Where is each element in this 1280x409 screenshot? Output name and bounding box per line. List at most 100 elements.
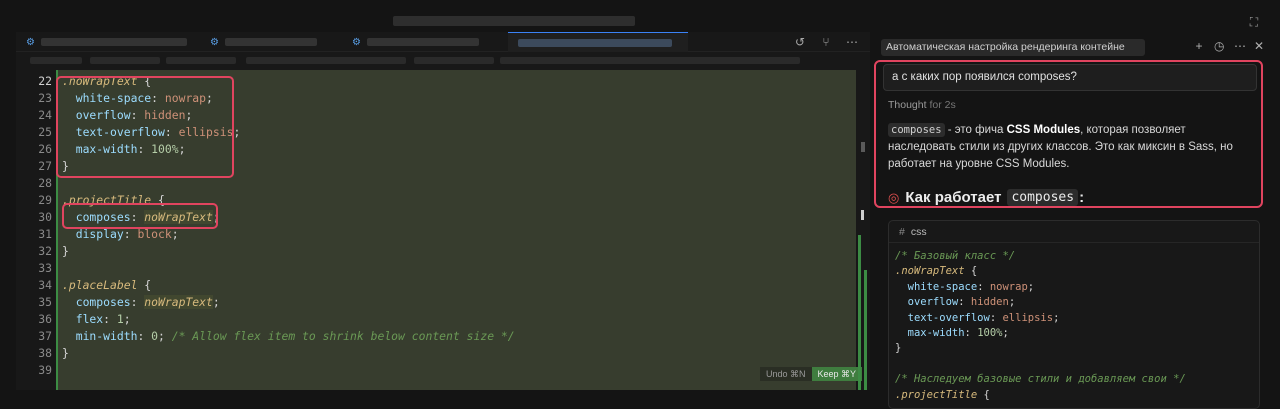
more-icon[interactable]: ⋯ <box>844 35 860 49</box>
editor-pane: ⚙ ⚙ ⚙ ↺ ⑂ ⋯ 22 23 24 25 26 27 28 29 30 31 32 33 34 35… <box>16 32 870 390</box>
breadcrumb-item[interactable] <box>500 57 800 64</box>
code-token: /* Наследуем базовые стили и добавляем с… <box>895 373 1186 386</box>
editor-tab[interactable]: ⚙ <box>200 32 340 52</box>
code-token: nowrap <box>989 280 1028 293</box>
tab-label-redacted <box>224 38 317 46</box>
code-line[interactable]: } <box>62 345 69 362</box>
code-token: : <box>103 312 117 326</box>
editor-tab-active[interactable] <box>508 32 688 52</box>
line-number: 23 <box>38 91 52 105</box>
line-number: 35 <box>38 295 52 309</box>
code-token: white-space <box>895 280 978 293</box>
chat-panel: Автоматическая настройка рендеринга конт… <box>872 32 1280 409</box>
more-icon[interactable]: ⋯ <box>1234 39 1246 53</box>
code-token: hidden <box>970 296 1009 309</box>
code-token: min-width <box>62 329 138 343</box>
window-title-redacted <box>393 16 635 26</box>
code-token: { <box>137 278 152 292</box>
inline-code: composes <box>1007 189 1079 206</box>
line-number: 29 <box>38 193 52 207</box>
code-block: # css /* Базовый класс */ .noWrapText { wh… <box>888 220 1260 409</box>
source-control-icon[interactable]: ⑂ <box>818 35 834 49</box>
code-token: : <box>964 327 978 339</box>
code-token: ; <box>123 312 131 326</box>
line-number: 33 <box>38 261 52 275</box>
keep-button[interactable]: Keep ⌘Y <box>811 367 863 381</box>
code-token: /* Базовый класс */ <box>895 250 1016 262</box>
code-token: text-overflow <box>895 311 990 324</box>
code-line: } <box>895 341 901 356</box>
code-line: /* Базовый класс */ <box>895 249 1015 264</box>
breadcrumb-item[interactable] <box>90 57 160 64</box>
breadcrumb <box>16 53 870 69</box>
history-icon[interactable]: ↺ <box>792 35 808 49</box>
code-token: ; <box>158 329 172 343</box>
code-line[interactable]: } <box>62 243 69 260</box>
scroll-mark <box>861 142 865 152</box>
chat-tab[interactable]: Автоматическая настройка рендеринга конт… <box>881 39 1145 56</box>
layout-icon[interactable]: ⛶ <box>1246 14 1262 30</box>
code-line[interactable]: .placeLabel { <box>62 277 151 294</box>
code-token: { <box>964 265 978 278</box>
gear-icon: ⚙ <box>352 36 361 48</box>
scrollbar[interactable] <box>858 70 870 390</box>
code-token: display <box>62 227 124 241</box>
editor-tab[interactable]: ⚙ <box>16 32 196 52</box>
breadcrumb-item[interactable] <box>246 57 406 64</box>
code-token: : <box>123 227 138 241</box>
undo-button[interactable]: Undo ⌘N <box>760 367 812 381</box>
line-number: 31 <box>38 227 52 241</box>
code-token: ; <box>171 227 179 241</box>
code-token: ; <box>1053 311 1060 324</box>
editor-actions: ↺ ⑂ ⋯ <box>792 32 860 52</box>
code-token: : <box>989 311 1003 324</box>
history-icon[interactable]: ◷ <box>1214 39 1224 53</box>
close-icon[interactable]: ✕ <box>1254 39 1264 53</box>
line-number: 24 <box>38 108 52 122</box>
hash-icon: # <box>899 226 905 238</box>
code-token: } <box>62 244 69 258</box>
highlight-box <box>62 203 218 229</box>
editor-tab[interactable]: ⚙ <box>342 32 504 52</box>
code-token: composes <box>62 295 131 309</box>
code-token: 0 <box>151 329 159 343</box>
code-line[interactable]: composes: noWrapText; <box>62 294 220 311</box>
scroll-mark <box>864 270 867 390</box>
code-editor[interactable]: 22 23 24 25 26 27 28 29 30 31 32 33 34 35 36 37 38 39 .no… <box>16 70 870 390</box>
line-number: 25 <box>38 125 52 139</box>
code-line: text-overflow: ellipsis; <box>895 311 1060 326</box>
breadcrumb-item[interactable] <box>414 57 494 64</box>
tab-label-redacted <box>366 38 479 46</box>
breadcrumb-item[interactable] <box>166 57 236 64</box>
line-number: 39 <box>38 363 52 377</box>
line-number: 38 <box>38 346 52 360</box>
line-number: 36 <box>38 312 52 326</box>
code-token: : <box>130 295 145 309</box>
code-line[interactable]: min-width: 0; /* Allow flex item to shri… <box>62 328 515 345</box>
scroll-mark <box>858 235 861 390</box>
gear-icon: ⚙ <box>210 36 219 48</box>
code-token: ; <box>1027 280 1035 293</box>
chat-actions: + ◷ ⋯ ✕ <box>1194 39 1264 53</box>
line-number: 27 <box>38 159 52 173</box>
code-language: css <box>910 226 927 238</box>
breadcrumb-item[interactable] <box>30 57 82 64</box>
editor-tab-bar: ⚙ ⚙ ⚙ ↺ ⑂ ⋯ <box>16 32 870 52</box>
code-line[interactable]: flex: 1; <box>62 311 131 328</box>
line-number: 32 <box>38 244 52 258</box>
highlight-box <box>874 60 1263 208</box>
code-line: .noWrapText { <box>895 264 977 279</box>
code-line: max-width: 100%; <box>895 326 1009 341</box>
code-line: .projectTitle { <box>895 388 990 403</box>
code-block-header: # css <box>889 221 1259 243</box>
scroll-mark <box>861 210 864 220</box>
line-number: 28 <box>38 176 52 190</box>
target-icon: ◎ <box>888 189 900 205</box>
code-token: : <box>137 329 152 343</box>
plus-icon[interactable]: + <box>1194 39 1204 53</box>
code-token: flex <box>62 312 104 326</box>
line-number-gutter: 22 23 24 25 26 27 28 29 30 31 32 33 34 35 36 37 38 39 <box>16 70 56 390</box>
title-bar: ⛶ <box>0 0 1280 36</box>
line-number: 26 <box>38 142 52 156</box>
code-token: { <box>977 388 990 401</box>
